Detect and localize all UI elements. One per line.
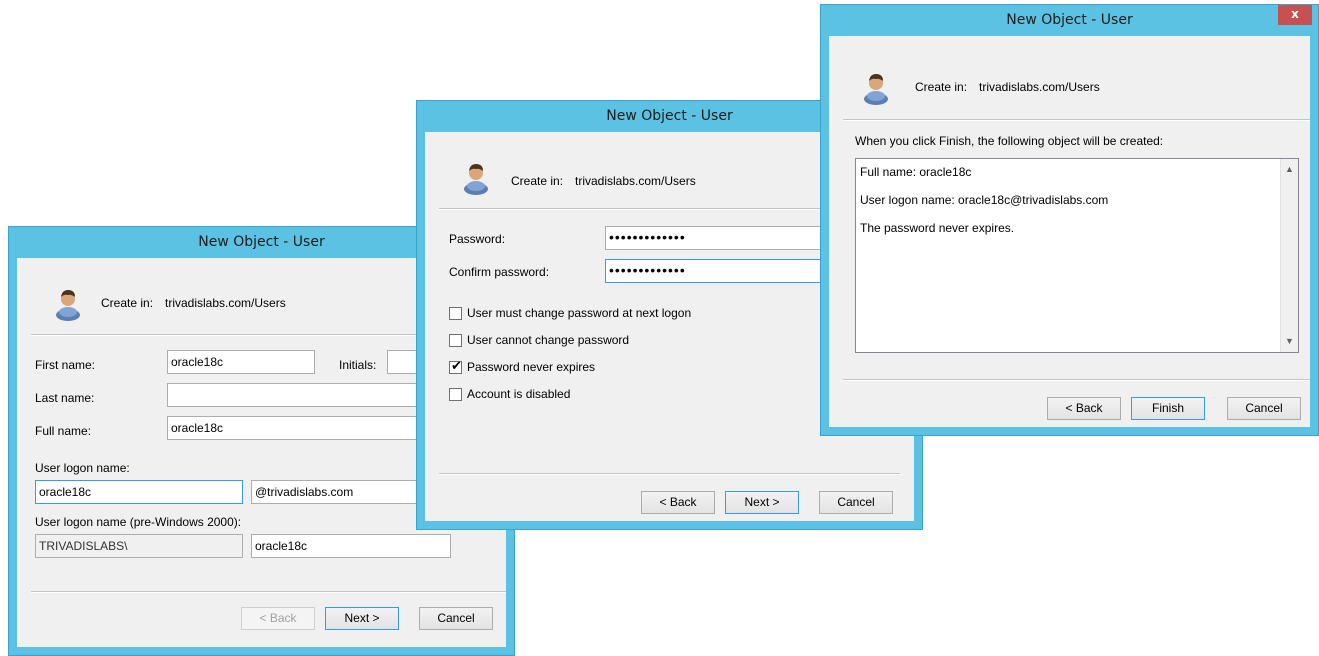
- summary-line: Full name: oracle18c: [860, 165, 972, 179]
- create-in-label: Create in:: [101, 296, 154, 310]
- summary-line: The password never expires.: [860, 221, 1015, 235]
- first-name-label: First name:: [35, 358, 96, 372]
- back-button[interactable]: < Back: [241, 607, 315, 630]
- summary-listbox[interactable]: Full name: oracle18c User logon name: or…: [855, 158, 1299, 353]
- dialog-new-user-summary: New Object - User x Create in: trivadisl…: [820, 4, 1319, 436]
- checkbox-checked[interactable]: ✔: [449, 358, 462, 374]
- finish-button[interactable]: Finish: [1131, 397, 1205, 420]
- scroll-up-icon[interactable]: ▲: [1281, 161, 1298, 178]
- create-in-label: Create in:: [511, 174, 564, 188]
- pre2000-name-field[interactable]: oracle18c: [251, 534, 451, 558]
- dialog-client: Create in: trivadislabs.com/Users When y…: [829, 36, 1310, 427]
- vertical-scrollbar[interactable]: ▲ ▼: [1280, 159, 1298, 352]
- cancel-button[interactable]: Cancel: [819, 491, 893, 514]
- option-label: User cannot change password: [467, 333, 630, 347]
- back-button[interactable]: < Back: [1047, 397, 1121, 420]
- checkbox[interactable]: [449, 307, 462, 320]
- password-label: Password:: [449, 232, 506, 246]
- last-name-label: Last name:: [35, 391, 95, 405]
- footer-separator: [31, 591, 506, 593]
- create-in-value: trivadislabs.com/Users: [979, 80, 1100, 94]
- footer-separator: [439, 473, 900, 475]
- initials-label: Initials:: [339, 358, 377, 372]
- user-icon: [464, 164, 488, 195]
- header-separator: [843, 119, 1310, 121]
- logon-name-field[interactable]: oracle18c: [35, 480, 243, 504]
- first-name-field[interactable]: oracle18c: [167, 350, 315, 374]
- scroll-down-icon[interactable]: ▼: [1281, 333, 1298, 350]
- create-in-value: trivadislabs.com/Users: [575, 174, 696, 188]
- user-icon: [56, 290, 80, 321]
- pre2000-domain-field: TRIVADISLABS\: [35, 534, 243, 558]
- next-button[interactable]: Next >: [325, 607, 399, 630]
- create-in-label: Create in:: [915, 80, 968, 94]
- confirm-password-label: Confirm password:: [449, 265, 550, 279]
- create-in-value: trivadislabs.com/Users: [165, 296, 286, 310]
- logon-name-label: User logon name:: [35, 461, 130, 475]
- cancel-button[interactable]: Cancel: [419, 607, 493, 630]
- back-button[interactable]: < Back: [641, 491, 715, 514]
- option-label: User must change password at next logon: [467, 306, 692, 320]
- summary-intro: When you click Finish, the following obj…: [855, 134, 1164, 148]
- full-name-label: Full name:: [35, 424, 92, 438]
- checkmark-icon: ✔: [451, 358, 462, 373]
- option-label: Account is disabled: [467, 387, 571, 401]
- pre2000-label: User logon name (pre-Windows 2000):: [35, 515, 242, 529]
- summary-line: User logon name: oracle18c@trivadislabs.…: [860, 193, 1109, 207]
- footer-separator: [843, 379, 1310, 381]
- option-label: Password never expires: [467, 360, 596, 374]
- user-icon: [864, 74, 888, 105]
- checkbox[interactable]: [449, 388, 462, 401]
- window-title: New Object - User: [1006, 12, 1133, 28]
- next-button[interactable]: Next >: [725, 491, 799, 514]
- cancel-button[interactable]: Cancel: [1227, 397, 1301, 420]
- close-icon[interactable]: x: [1278, 5, 1312, 25]
- checkbox[interactable]: [449, 334, 462, 347]
